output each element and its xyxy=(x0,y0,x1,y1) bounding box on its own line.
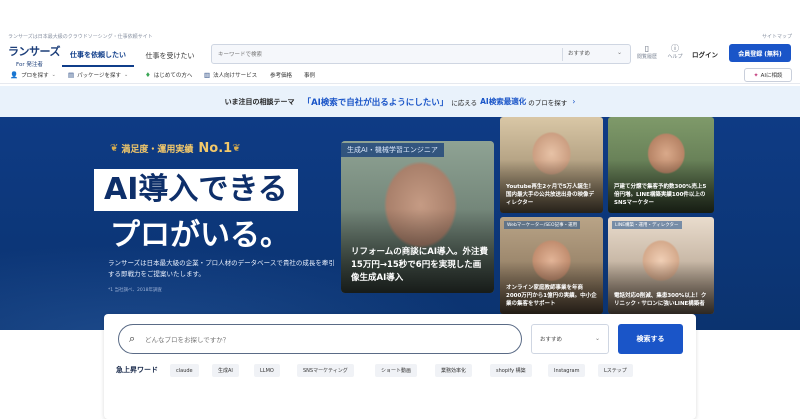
search-panel: ⌕ おすすめ ⌄ 検索する 急上昇ワード claude 生成AI LLMO SN… xyxy=(104,314,696,419)
nav-corporate[interactable]: ▥ 法人向けサービス xyxy=(204,71,257,79)
pro-card[interactable]: 戸建て分譲で集客予約数300%売上5倍円増。LINE構築実績100件以上のSNS… xyxy=(608,117,714,213)
building-icon: ▥ xyxy=(204,71,211,79)
chevron-down-icon: ⌄ xyxy=(124,72,129,78)
package-icon: ▤ xyxy=(68,71,75,79)
search-icon: ⌕ xyxy=(129,332,136,345)
sort-select-value: おすすめ xyxy=(540,337,563,343)
nav-label: 事例 xyxy=(304,73,316,79)
trending-keyword[interactable]: claude xyxy=(170,364,199,377)
nav-price[interactable]: 参考価格 xyxy=(270,71,292,79)
site-tagline: ランサーズは日本最大級のクラウドソーシング・仕事依頼サイト xyxy=(8,34,153,40)
nav-find-package[interactable]: ▤ パッケージを探す ⌄ xyxy=(68,71,128,79)
card-caption: リフォームの商談にAI導入。外注費15万円→15秒で6円を実現した画像生成AI導… xyxy=(351,247,488,283)
header: ランサーズ For 発注者 仕事を依頼したい 仕事を受けたい おすすめ ⌄ ▯ … xyxy=(0,40,800,68)
chevron-down-icon: ⌄ xyxy=(51,72,56,78)
nav-label: はじめての方へ xyxy=(153,73,193,79)
promo-suffix: のプロを探す xyxy=(528,98,568,107)
tab-receive-work[interactable]: 仕事を受けたい xyxy=(138,45,202,67)
badge-text: 満足度・運用実績 xyxy=(121,145,194,155)
person-icon: 👤 xyxy=(10,71,19,79)
sub-navigation: 👤 プロを探す ⌄ ▤ パッケージを探す ⌄ ♦ はじめての方へ ▥ 法人向けサ… xyxy=(0,68,800,84)
logo-text: ランサーズ xyxy=(8,45,60,58)
divider xyxy=(562,48,563,61)
logo-sub: For 発注者 xyxy=(16,62,43,68)
nav-label: パッケージを探す xyxy=(77,73,122,79)
pro-search-input[interactable] xyxy=(145,333,505,346)
card-caption: Youtube再生2ヶ月で5万人誕生！国内最大手の公共放送出身の映像ディレクター xyxy=(506,184,595,206)
nav-cases[interactable]: 事例 xyxy=(304,71,315,79)
sort-select[interactable]: おすすめ ⌄ xyxy=(531,324,609,354)
ai-consult-button[interactable]: ✦ AIに相談 xyxy=(744,68,792,82)
trending-keyword[interactable]: SNSマーケティング xyxy=(297,364,354,377)
card-tag: LINE構築・運用・ディレクター xyxy=(612,221,682,229)
pro-card[interactable]: LINE構築・運用・ディレクター 電話対応0削減、集患300%以上！クリニック・… xyxy=(608,217,714,314)
logo[interactable]: ランサーズ For 発注者 xyxy=(8,43,64,68)
nav-label: 法人向けサービス xyxy=(213,73,258,79)
nav-label: プロを探す xyxy=(21,73,49,79)
signup-button[interactable]: 会員登録 (無料) xyxy=(729,44,791,62)
help-label: ヘルプ xyxy=(667,54,683,60)
card-caption: 電話対応0削減、集患300%以上！クリニック・サロンに強いLINE構築者 xyxy=(614,293,707,307)
nav-label: 参考価格 xyxy=(270,73,293,79)
tab-order-work[interactable]: 仕事を依頼したい xyxy=(62,45,134,67)
pro-search: ⌕ xyxy=(118,324,522,354)
promo-highlight-2: AI検索最適化 xyxy=(480,97,527,106)
hero-description: ランサーズは日本最大級の企業・プロ人材のデータベースで貴社の成長を牽引する即戦力… xyxy=(108,259,335,278)
promo-prefix: いま注目の相談テーマ xyxy=(224,97,295,106)
card-tag: Webマーケーター/SEO記事・運用 xyxy=(504,221,581,229)
nav-find-pro[interactable]: 👤 プロを探す ⌄ xyxy=(10,71,56,79)
card-tag: 生成AI・機械学習エンジニア xyxy=(341,143,444,157)
laurel-left-icon: ❦ xyxy=(110,143,119,154)
pro-card[interactable]: Webマーケーター/SEO記事・運用 オンライン家庭教師事業を年商2000万円か… xyxy=(500,217,603,314)
beginner-icon: ♦ xyxy=(145,71,151,79)
header-search-input[interactable] xyxy=(218,48,548,61)
trending-keyword[interactable]: LLMO xyxy=(254,364,280,377)
help-icon: ⓘ xyxy=(671,44,679,53)
chevron-right-icon: › xyxy=(572,97,576,106)
trending-keyword[interactable]: ショート動画 xyxy=(375,364,418,377)
trending-keyword[interactable]: Instagram xyxy=(548,364,586,377)
trending-keyword[interactable]: 生成AI xyxy=(212,364,239,377)
ai-consult-label: AIに相談 xyxy=(760,73,783,79)
document-icon: ▯ xyxy=(644,44,650,53)
history-button[interactable]: ▯ 閲覧履歴 xyxy=(634,44,660,60)
hero-headline-1: AI導入できる xyxy=(94,169,298,211)
hero-footnote: *1 当社調べ、2018年調査 xyxy=(108,288,162,293)
hero-headline-2: プロがいる。 xyxy=(110,218,290,253)
sitemap-link[interactable]: サイトマップ xyxy=(762,33,792,40)
pro-card[interactable]: Youtube再生2ヶ月で5万人誕生！国内最大手の公共放送出身の映像ディレクター xyxy=(500,117,603,213)
chevron-down-icon: ⌄ xyxy=(616,49,622,56)
help-button[interactable]: ⓘ ヘルプ xyxy=(662,44,688,60)
laurel-right-icon: ❦ xyxy=(232,143,241,154)
ai-sparkle-icon: ✦ xyxy=(753,71,759,79)
header-search-select[interactable]: おすすめ xyxy=(568,49,590,57)
featured-pro-card[interactable]: 生成AI・機械学習エンジニア リフォームの商談にAI導入。外注費15万円→15秒… xyxy=(341,141,494,293)
utility-bar: ランサーズは日本最大級のクラウドソーシング・仕事依頼サイト サイトマップ xyxy=(0,0,800,40)
badge-rank: No.1 xyxy=(198,141,233,156)
search-button[interactable]: 検索する xyxy=(618,324,683,354)
trending-keyword[interactable]: shopify 構築 xyxy=(490,364,532,377)
promo-middle: に応える xyxy=(451,98,478,107)
promo-highlight: 「AI検索で自社が出るようにしたい」 xyxy=(302,97,449,108)
nav-beginner[interactable]: ♦ はじめての方へ xyxy=(145,71,192,79)
chevron-down-icon: ⌄ xyxy=(594,335,600,342)
trending-keyword[interactable]: Lステップ xyxy=(598,364,633,377)
history-label: 閲覧履歴 xyxy=(636,54,657,60)
trending-label: 急上昇ワード xyxy=(116,366,158,374)
login-link[interactable]: ログイン xyxy=(692,49,718,59)
hero-section: ❦ 満足度・運用実績 No.1 ❦ AI導入できる プロがいる。 ランサーズは日… xyxy=(0,117,800,330)
header-search: おすすめ ⌄ xyxy=(211,44,631,64)
card-caption: 戸建て分譲で集客予約数300%売上5倍円増。LINE構築実績100件以上のSNS… xyxy=(614,184,707,206)
promo-banner[interactable]: いま注目の相談テーマ 「AI検索で自社が出るようにしたい」 に応える AI検索最… xyxy=(0,86,800,117)
trending-keyword[interactable]: 業務効率化 xyxy=(435,364,473,377)
card-caption: オンライン家庭教師事業を年商2000万円から1億円の実績。中小企業の集客をサポー… xyxy=(506,285,597,307)
award-badge: ❦ 満足度・運用実績 No.1 ❦ xyxy=(110,141,241,156)
